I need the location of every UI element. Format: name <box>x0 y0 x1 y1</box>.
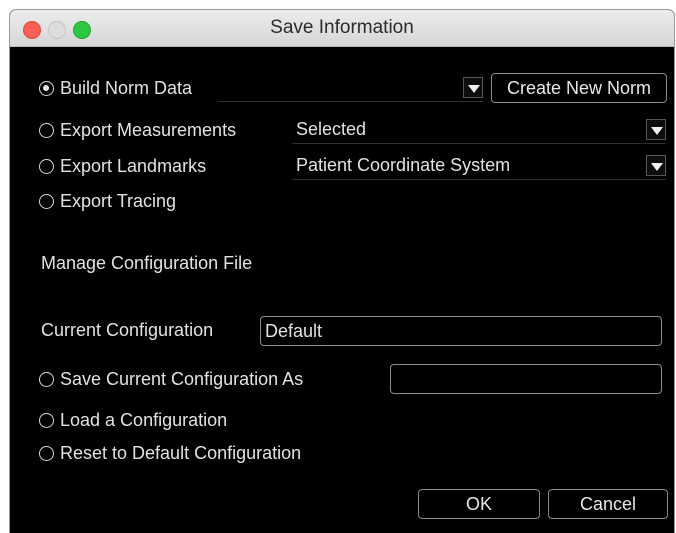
export-tracing-label: Export Tracing <box>60 191 177 211</box>
save-information-dialog: Save Information Build Norm Data Create … <box>10 10 674 533</box>
landmarks-select[interactable]: Patient Coordinate System <box>292 152 666 180</box>
measurements-select[interactable]: Selected <box>292 116 666 144</box>
chevron-down-icon[interactable] <box>646 155 666 176</box>
cancel-button[interactable]: Cancel <box>548 489 668 519</box>
export-landmarks-radio[interactable] <box>39 159 54 174</box>
manage-configuration-heading: Manage Configuration File <box>41 253 253 273</box>
build-norm-radio[interactable] <box>39 81 54 96</box>
configuration-name-input[interactable] <box>390 364 662 394</box>
build-norm-label: Build Norm Data <box>60 78 193 98</box>
export-measurements-label: Export Measurements <box>60 120 237 140</box>
reset-configuration-label: Reset to Default Configuration <box>60 443 302 463</box>
export-measurements-radio[interactable] <box>39 123 54 138</box>
export-tracing-radio[interactable] <box>39 194 54 209</box>
current-configuration-field: Default <box>260 316 662 346</box>
chevron-down-icon[interactable] <box>463 77 483 98</box>
current-configuration-label: Current Configuration <box>41 320 214 340</box>
load-configuration-radio[interactable] <box>39 413 54 428</box>
save-configuration-as-label: Save Current Configuration As <box>60 369 304 389</box>
create-new-norm-button[interactable]: Create New Norm <box>491 73 667 103</box>
window-title: Save Information <box>270 17 414 38</box>
ok-button[interactable]: OK <box>418 489 540 519</box>
reset-configuration-radio[interactable] <box>39 446 54 461</box>
load-configuration-label: Load a Configuration <box>60 410 228 430</box>
chevron-down-icon[interactable] <box>646 119 666 140</box>
export-landmarks-label: Export Landmarks <box>60 156 207 176</box>
save-configuration-as-radio[interactable] <box>39 372 54 387</box>
title-bar[interactable]: Save Information <box>10 10 674 47</box>
norm-select[interactable] <box>218 74 483 102</box>
